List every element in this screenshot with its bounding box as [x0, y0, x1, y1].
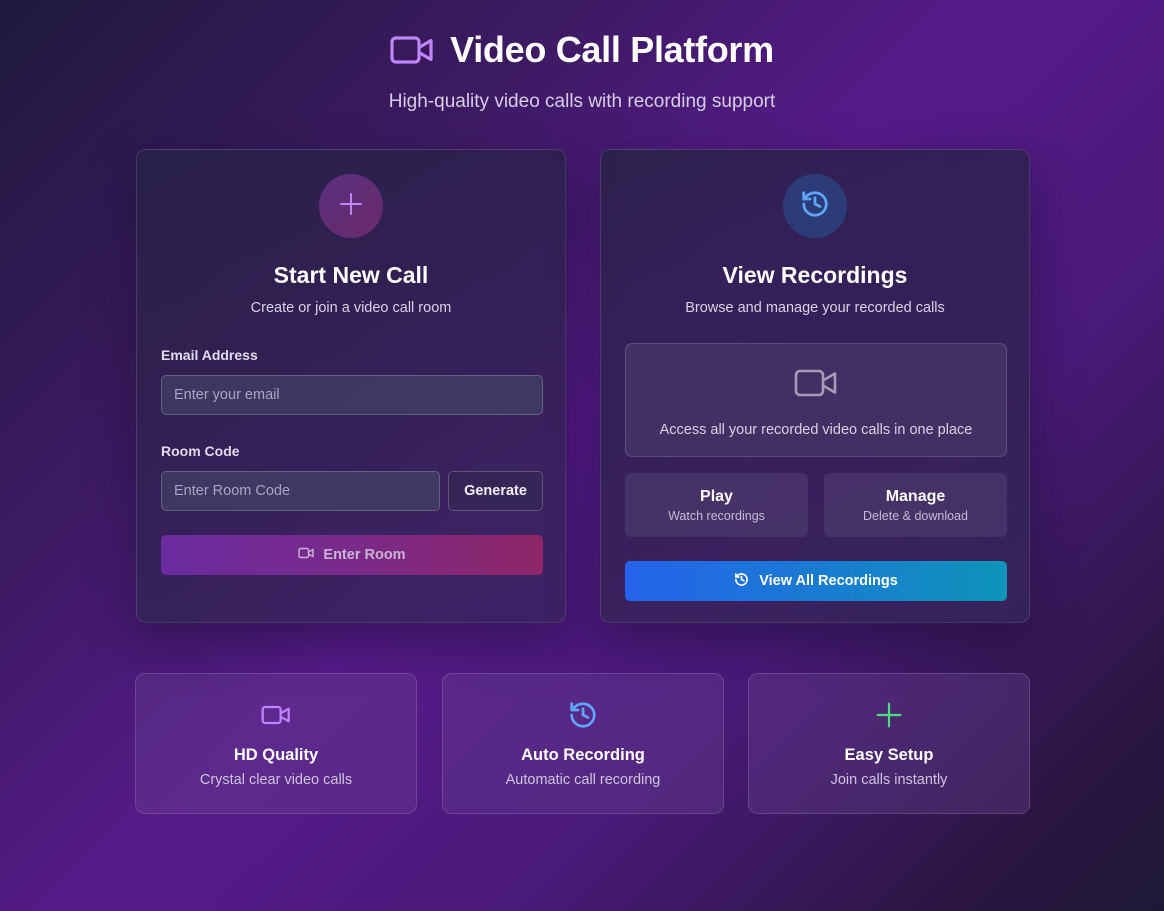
recordings-icon-circle [783, 174, 847, 238]
start-call-description: Create or join a video call room [250, 300, 452, 316]
play-title: Play [700, 488, 733, 505]
feature-card-hd-quality: HD Quality Crystal clear video calls [135, 673, 417, 814]
view-all-recordings-button[interactable]: View All Recordings [625, 561, 1007, 601]
video-camera-icon [261, 700, 291, 730]
title-row: Video Call Platform [0, 29, 1164, 71]
feature-title: HD Quality [233, 746, 319, 764]
recordings-card: View Recordings Browse and manage your r… [600, 149, 1030, 623]
recordings-info-text: Access all your recorded video calls in … [659, 422, 973, 438]
recordings-info-box: Access all your recorded video calls in … [625, 343, 1007, 457]
history-icon [734, 572, 749, 591]
play-recordings-button[interactable]: Play Watch recordings [625, 473, 808, 537]
start-call-card: Start New Call Create or join a video ca… [136, 149, 566, 623]
history-icon [568, 700, 598, 730]
enter-room-button[interactable]: Enter Room [161, 535, 543, 575]
room-code-input[interactable] [161, 471, 440, 511]
room-code-label: Room Code [161, 443, 240, 459]
play-subtitle: Watch recordings [668, 509, 765, 523]
manage-recordings-button[interactable]: Manage Delete & download [824, 473, 1007, 537]
generate-button[interactable]: Generate [448, 471, 543, 511]
video-camera-icon [794, 368, 838, 403]
recordings-title: View Recordings [722, 262, 908, 288]
feature-title: Easy Setup [844, 746, 934, 764]
history-icon [800, 189, 830, 224]
start-call-icon-circle [319, 174, 383, 238]
enter-room-label: Enter Room [323, 547, 406, 563]
manage-subtitle: Delete & download [863, 509, 968, 523]
video-camera-icon [298, 547, 315, 563]
feature-description: Automatic call recording [505, 772, 661, 788]
feature-description: Crystal clear video calls [199, 772, 353, 788]
header: Video Call Platform High-quality video c… [0, 0, 1164, 113]
recordings-description: Browse and manage your recorded calls [685, 300, 945, 316]
feature-title: Auto Recording [521, 746, 645, 764]
email-label: Email Address [161, 347, 258, 363]
video-camera-icon [390, 35, 434, 65]
plus-icon [339, 192, 363, 221]
start-call-title: Start New Call [273, 262, 429, 288]
page-title: Video Call Platform [450, 29, 774, 70]
manage-title: Manage [885, 488, 946, 505]
feature-card-easy-setup: Easy Setup Join calls instantly [748, 673, 1030, 814]
view-all-label: View All Recordings [759, 573, 898, 589]
feature-card-auto-recording: Auto Recording Automatic call recording [442, 673, 724, 814]
page-subtitle: High-quality video calls with recording … [388, 91, 776, 112]
email-field[interactable] [161, 375, 543, 415]
feature-description: Join calls instantly [830, 772, 948, 788]
plus-icon [874, 700, 904, 730]
